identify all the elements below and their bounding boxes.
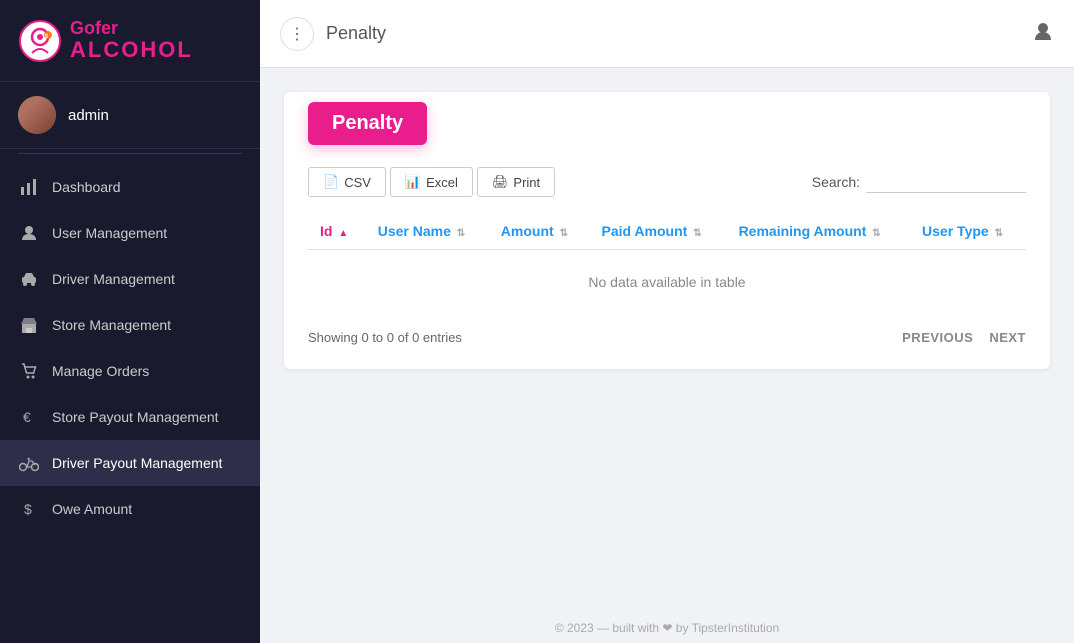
table-footer: Showing 0 to 0 of 0 entries PREVIOUS NEX… — [308, 330, 1026, 345]
sort-username-icon: ⇅ — [457, 228, 465, 239]
sidebar-item-driver-payout[interactable]: Driver Payout Management — [0, 440, 260, 486]
csv-icon: 📄 — [323, 174, 339, 190]
sort-paid-icon: ⇅ — [693, 228, 701, 239]
sort-id-icon: ▲ — [338, 228, 348, 239]
store-icon — [18, 314, 40, 336]
sidebar-item-driver-management[interactable]: Driver Management — [0, 256, 260, 302]
sort-amount-icon: ⇅ — [560, 228, 568, 239]
dots-icon: ⋮ — [289, 24, 305, 44]
no-data-cell: No data available in table — [308, 250, 1026, 315]
sidebar-logo: $ Gofer ALCOHOL — [0, 0, 260, 82]
col-amount-label: Amount — [501, 223, 554, 239]
col-paid-label: Paid Amount — [602, 223, 688, 239]
sidebar-item-store-management[interactable]: Store Management — [0, 302, 260, 348]
showing-entries: Showing 0 to 0 of 0 entries — [308, 330, 462, 345]
main-content: ⋮ Penalty Penalty 📄 CSV 📊 Excel — [260, 0, 1074, 643]
sidebar-item-label-owe-amount: Owe Amount — [52, 501, 242, 517]
next-button[interactable]: NEXT — [989, 330, 1026, 345]
table-body: No data available in table — [308, 250, 1026, 315]
cart-icon — [18, 360, 40, 382]
gofer-logo-icon: $ — [18, 19, 62, 63]
sidebar-item-manage-orders[interactable]: Manage Orders — [0, 348, 260, 394]
avatar-image — [18, 96, 56, 134]
logo-alcohol: ALCOHOL — [70, 38, 193, 62]
topbar: ⋮ Penalty — [260, 0, 1074, 68]
search-input[interactable] — [866, 172, 1026, 193]
sidebar-item-label-dashboard: Dashboard — [52, 179, 242, 195]
col-remaining-label: Remaining Amount — [739, 223, 867, 239]
sidebar-divider — [18, 153, 242, 154]
sort-remaining-icon: ⇅ — [872, 228, 880, 239]
dollar-icon: $ — [18, 498, 40, 520]
page-content: Penalty 📄 CSV 📊 Excel 🖨 Print Search: — [260, 68, 1074, 613]
col-header-user-type[interactable]: User Type ⇅ — [910, 213, 1026, 250]
table-header-row: Id ▲ User Name ⇅ Amount ⇅ — [308, 213, 1026, 250]
svg-text:$: $ — [24, 501, 32, 517]
username-label: admin — [68, 107, 109, 124]
sidebar: $ Gofer ALCOHOL admin Dashboard — [0, 0, 260, 643]
footer-text: © 2023 — built with ❤ by TipsterInstitut… — [555, 621, 779, 635]
csv-label: CSV — [344, 175, 371, 190]
sidebar-item-store-payout[interactable]: € Store Payout Management — [0, 394, 260, 440]
svg-text:€: € — [23, 409, 31, 425]
sidebar-item-label-store-management: Store Management — [52, 317, 242, 333]
col-header-username[interactable]: User Name ⇅ — [366, 213, 489, 250]
motorbike-icon — [18, 452, 40, 474]
col-header-remaining-amount[interactable]: Remaining Amount ⇅ — [727, 213, 910, 250]
sidebar-user: admin — [0, 82, 260, 149]
col-header-amount[interactable]: Amount ⇅ — [489, 213, 590, 250]
sidebar-item-dashboard[interactable]: Dashboard — [0, 164, 260, 210]
col-username-label: User Name — [378, 223, 451, 239]
table-toolbar: 📄 CSV 📊 Excel 🖨 Print Search: — [308, 167, 1026, 197]
sidebar-item-user-management[interactable]: User Management — [0, 210, 260, 256]
sidebar-item-owe-amount[interactable]: $ Owe Amount — [0, 486, 260, 532]
table-header: Id ▲ User Name ⇅ Amount ⇅ — [308, 213, 1026, 250]
avatar — [18, 96, 56, 134]
sidebar-item-label-manage-orders: Manage Orders — [52, 363, 242, 379]
data-table: Id ▲ User Name ⇅ Amount ⇅ — [308, 213, 1026, 314]
excel-label: Excel — [426, 175, 458, 190]
car-icon — [18, 268, 40, 290]
search-label: Search: — [812, 174, 860, 190]
excel-button[interactable]: 📊 Excel — [390, 167, 473, 197]
topbar-user-icon[interactable] — [1032, 20, 1054, 48]
sort-usertype-icon: ⇅ — [995, 228, 1003, 239]
main-card: Penalty 📄 CSV 📊 Excel 🖨 Print Search: — [284, 92, 1050, 369]
sidebar-item-label-driver-management: Driver Management — [52, 271, 242, 287]
logo-gofer: Gofer — [70, 19, 193, 39]
sidebar-item-label-driver-payout: Driver Payout Management — [52, 455, 242, 471]
menu-dots-button[interactable]: ⋮ — [280, 17, 314, 51]
table-wrapper: Id ▲ User Name ⇅ Amount ⇅ — [308, 213, 1026, 314]
print-button[interactable]: 🖨 Print — [477, 167, 555, 197]
col-usertype-label: User Type — [922, 223, 989, 239]
sidebar-item-label-store-payout: Store Payout Management — [52, 409, 242, 425]
search-box: Search: — [812, 172, 1026, 193]
topbar-left: ⋮ Penalty — [280, 17, 386, 51]
col-header-id[interactable]: Id ▲ — [308, 213, 366, 250]
print-label: Print — [513, 175, 540, 190]
no-data-row: No data available in table — [308, 250, 1026, 315]
sidebar-nav: Dashboard User Management Driver Man — [0, 158, 260, 643]
print-icon: 🖨 — [492, 174, 509, 190]
previous-button[interactable]: PREVIOUS — [902, 330, 973, 345]
topbar-title: Penalty — [326, 23, 386, 44]
csv-button[interactable]: 📄 CSV — [308, 167, 386, 197]
page-footer: © 2023 — built with ❤ by TipsterInstitut… — [260, 613, 1074, 643]
logo-text: Gofer ALCOHOL — [70, 19, 193, 63]
page-title-badge: Penalty — [308, 102, 427, 145]
person-icon — [18, 222, 40, 244]
pagination: PREVIOUS NEXT — [902, 330, 1026, 345]
euro-icon: € — [18, 406, 40, 428]
sidebar-item-label-user-management: User Management — [52, 225, 242, 241]
col-header-paid-amount[interactable]: Paid Amount ⇅ — [590, 213, 727, 250]
col-id-label: Id — [320, 223, 332, 239]
bar-chart-icon — [18, 176, 40, 198]
excel-icon: 📊 — [405, 174, 421, 190]
